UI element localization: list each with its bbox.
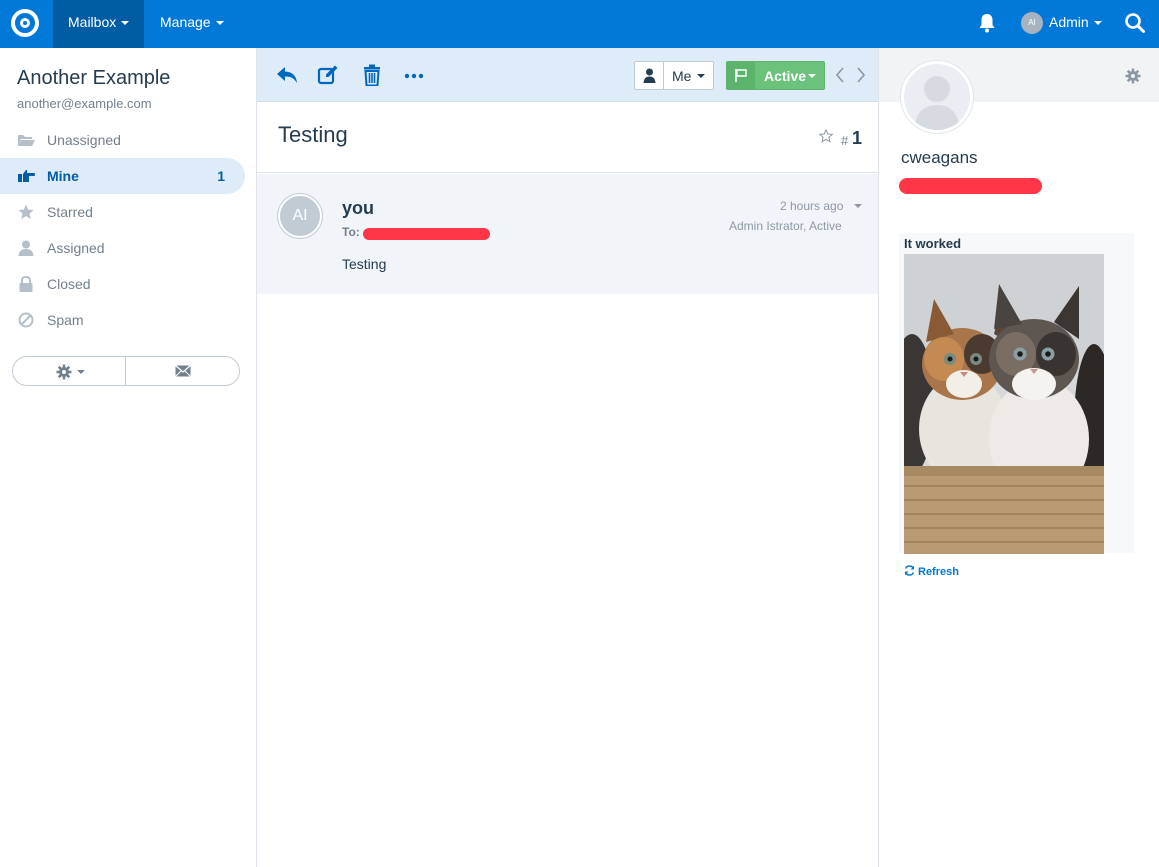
customer-avatar [901,61,973,133]
nav-mailbox-menu[interactable]: Mailbox [53,0,145,48]
refresh-icon [904,565,915,576]
nav-mailbox-label: Mailbox [68,14,117,30]
chevron-down-icon [77,370,85,374]
mailbox-actions-group [12,356,240,386]
chevron-down-icon [1093,21,1102,26]
gear-icon [56,364,72,380]
folder-label: Mine [47,168,79,184]
user-avatar[interactable]: AI [1021,12,1043,34]
folder-spam[interactable]: Spam [0,302,245,338]
recipient-redaction [363,228,490,240]
status-flag-box [727,62,755,89]
conversation-header: Testing # 1 [257,102,878,173]
mailbox-sidebar: Another Example another@example.com Unas… [0,48,256,867]
folder-assigned[interactable]: Assigned [0,230,245,266]
folder-label: Spam [47,312,84,328]
chevron-down-icon [215,21,224,26]
conversation-number-hash: # [841,133,849,148]
bell-icon[interactable] [978,13,996,33]
conversation-number: 1 [852,128,863,148]
user-menu[interactable]: Admin [1049,14,1102,30]
recipient-label: To: [342,225,360,239]
folder-mine[interactable]: Mine 1 [0,158,245,194]
folder-label: Unassigned [47,132,121,148]
user-name-label: Admin [1049,14,1089,30]
next-conversation-icon[interactable] [855,66,867,84]
mailbox-email: another@example.com [17,96,152,111]
message-body: Testing [342,256,387,272]
envelope-icon [175,365,191,377]
kittens-illustration [904,254,1104,554]
user-icon [18,240,34,256]
mailbox-name: Another Example [17,67,171,89]
status-dropdown[interactable]: Active [726,61,825,90]
message-meta: Admin Istrator, Active [729,219,842,233]
folder-starred[interactable]: Starred [0,194,245,230]
nav-manage-label: Manage [160,14,211,30]
default-user-icon [914,76,960,130]
nav-manage-menu[interactable]: Manage [145,0,239,48]
sender-avatar: AI [278,194,322,238]
new-conversation-button[interactable] [127,357,240,385]
gear-icon[interactable] [1125,68,1141,84]
folder-label: Starred [47,204,93,220]
thread-options-chevron-icon[interactable] [854,204,862,208]
kittens-image [904,254,1104,554]
conversation-toolbar: Me Active [257,48,878,102]
prev-conversation-icon[interactable] [834,66,846,84]
chevron-down-icon [121,21,130,26]
status-label: Active [764,68,807,84]
ban-icon [18,312,34,328]
search-icon[interactable] [1124,12,1146,34]
widget-refresh-link[interactable]: Refresh [904,565,959,578]
assignee-dropdown[interactable]: Me [634,61,714,90]
widget-title: It worked [904,236,962,251]
trash-icon[interactable] [361,64,383,86]
refresh-label: Refresh [918,566,959,578]
reply-icon[interactable] [276,64,298,86]
assignee-label: Me [672,68,692,84]
conversation-subject: Testing [278,122,348,147]
conversation-panel: Me Active Testing # 1 AI you To: 2 hours… [256,48,879,867]
chevron-down-icon [697,74,705,78]
freescout-logo-icon[interactable] [11,9,39,37]
custom-widget: It worked [899,233,1134,554]
top-navbar: Mailbox Manage AI Admin [0,0,1159,48]
folder-open-icon [18,135,35,146]
lock-icon [19,276,33,292]
star-outline-icon[interactable] [819,129,833,143]
folder-label: Closed [47,276,91,292]
customer-email-redaction [899,178,1042,194]
message-time: 2 hours ago [780,199,844,213]
customer-name: cweagans [901,148,978,167]
customer-sidebar: cweagans It worked Refresh [879,48,1159,867]
edit-note-icon[interactable] [317,64,339,86]
mailbox-settings-button[interactable] [13,357,126,385]
hand-point-icon [18,170,35,182]
assignee-icon-box [635,62,664,89]
folder-closed[interactable]: Closed [0,266,245,302]
chevron-down-icon [808,74,816,78]
folder-count-badge: 1 [217,168,225,184]
folder-unassigned[interactable]: Unassigned [0,122,245,158]
thread-message: AI you To: 2 hours ago Admin Istrator, A… [257,174,878,294]
flag-icon [735,69,747,82]
star-icon [18,204,34,219]
more-options-icon[interactable] [403,64,425,86]
user-icon [643,68,656,83]
folder-label: Assigned [47,240,105,256]
sender-name: you [342,198,375,218]
